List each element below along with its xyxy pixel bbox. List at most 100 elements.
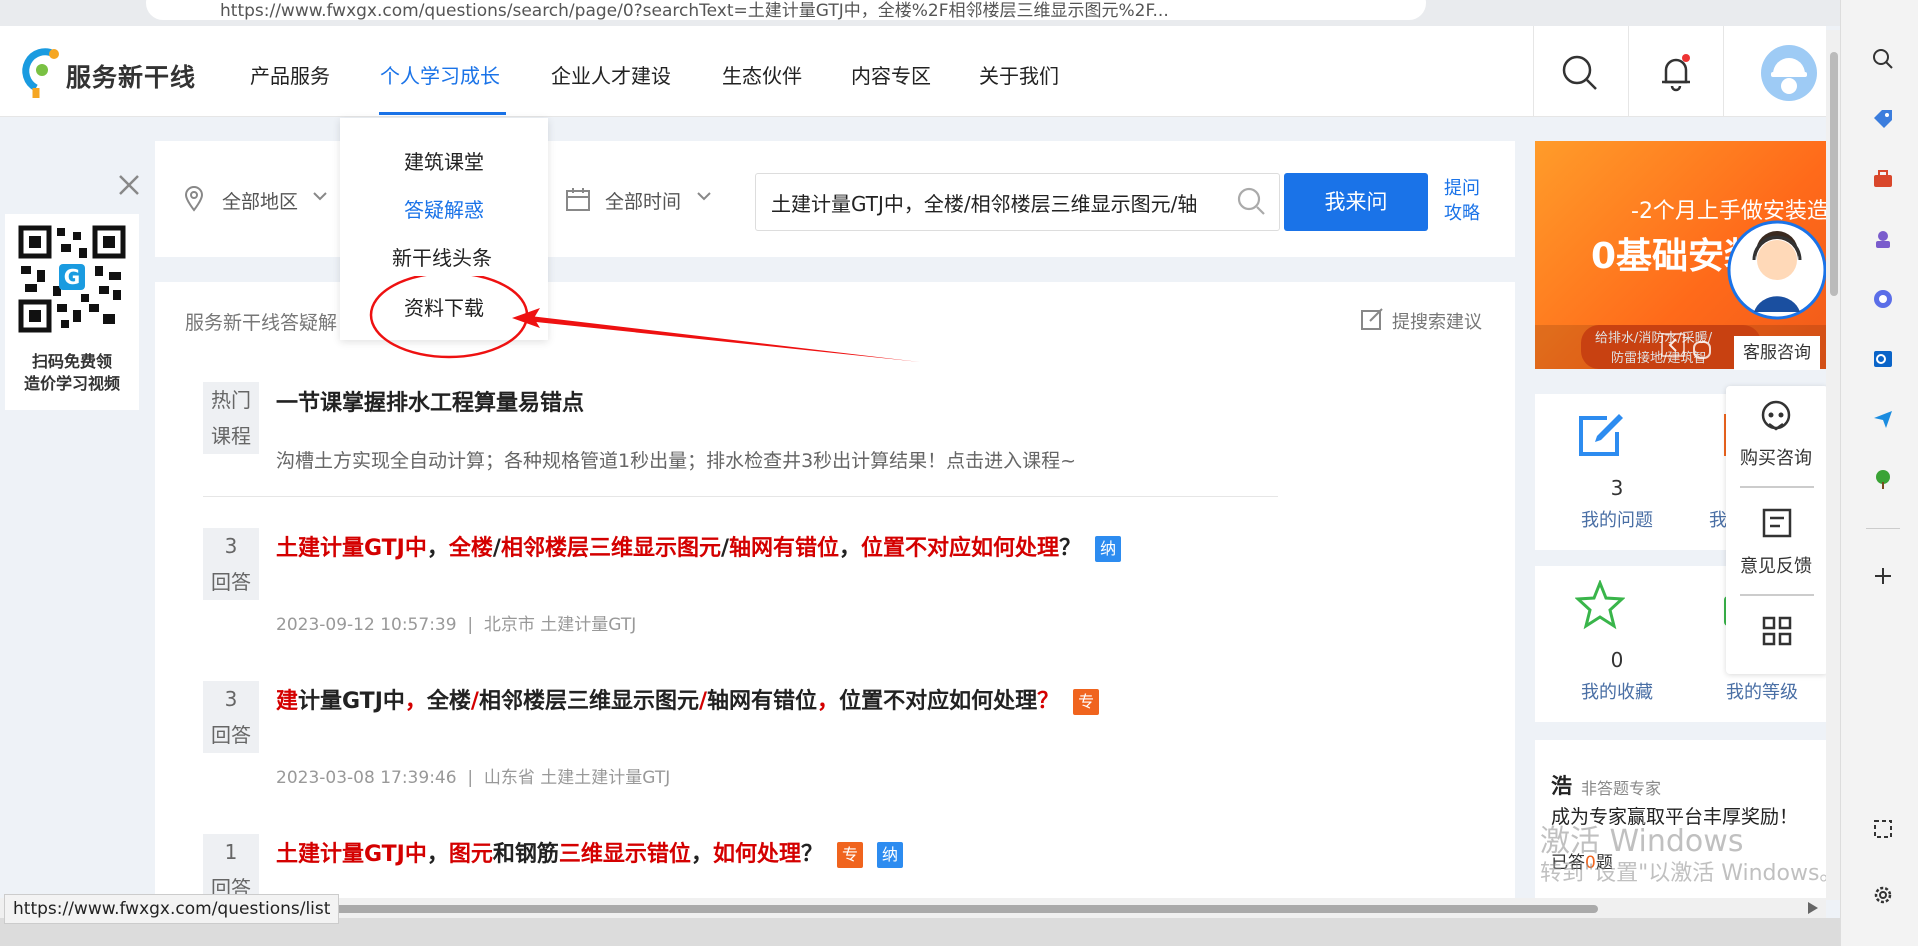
outlook-icon[interactable] [1872, 348, 1894, 370]
avatar[interactable] [1760, 44, 1818, 102]
svg-text:G: G [64, 265, 80, 289]
dropdown-item-qa[interactable]: 答疑解惑 [404, 194, 484, 223]
edit-icon[interactable] [1360, 307, 1384, 331]
status-bar-url: https://www.fwxgx.com/questions/list [4, 894, 340, 924]
hot-tag-line2: 课程 [211, 424, 251, 448]
question-title-part: 计量GTJ中 [298, 689, 405, 714]
question-title-part: ？ [1059, 536, 1082, 561]
nav-eco-partner[interactable]: 生态伙伴 [722, 60, 802, 89]
question-title[interactable]: 土建计量GTJ中，图元和钢筋三维显示错位，如何处理？专纳 [276, 836, 903, 868]
divider [1866, 528, 1900, 529]
nav-personal-growth[interactable]: 个人学习成长 [380, 60, 500, 89]
buy-consult-button[interactable]: 购买咨询 [1740, 444, 1812, 470]
qr-caption-line2: 造价学习视频 [23, 374, 120, 393]
tag-icon[interactable] [1872, 108, 1894, 130]
question-title-part: 全楼 [426, 689, 471, 714]
question-title-part: 全楼 [448, 536, 493, 561]
stat-my-favorites[interactable]: 0 我的收藏 [1535, 566, 1699, 722]
logo-text[interactable]: 服务新干线 [66, 58, 196, 94]
ask-tips-link[interactable]: 提问攻略 [1444, 176, 1484, 226]
ask-button[interactable]: 我来问 [1284, 173, 1428, 231]
divider [203, 496, 1278, 497]
close-icon[interactable] [118, 174, 140, 196]
qr-code-icon[interactable] [1762, 616, 1792, 646]
answer-count: 1 [224, 840, 238, 864]
question-title-part: ， [426, 536, 449, 561]
location-icon [183, 186, 205, 212]
time-select[interactable]: 全部时间 [605, 187, 681, 214]
feedback-icon[interactable] [1762, 508, 1792, 538]
stat-my-questions[interactable]: 3 我的问题 [1535, 394, 1699, 550]
region-select[interactable]: 全部地区 [222, 187, 298, 214]
logo-icon[interactable] [16, 44, 62, 100]
feedback-button[interactable]: 意见反馈 [1740, 552, 1812, 578]
hot-course-title[interactable]: 一节课掌握排水工程算量易错点 [276, 385, 584, 417]
tree-icon[interactable] [1872, 468, 1894, 490]
windows-activation-subtitle: 转到"设置"以激活 Windows。 [1540, 861, 1842, 886]
accepted-badge: 纳 [876, 842, 903, 868]
bell-icon[interactable] [1656, 52, 1696, 92]
nav-enterprise-talent[interactable]: 企业人才建设 [551, 60, 671, 89]
gear-icon[interactable] [1872, 884, 1894, 906]
question-title-part: 建 [276, 689, 299, 714]
scroll-right-icon[interactable] [1806, 900, 1820, 916]
headset-icon[interactable] [1759, 398, 1793, 432]
question-title-part: 相邻楼层三维显示图元 [500, 536, 721, 561]
customer-service-avatar[interactable] [1726, 220, 1828, 320]
question-title-part: 土建计量GTJ中 [276, 842, 427, 867]
search-icon[interactable] [1872, 48, 1894, 70]
annotation-ellipse-arrow [360, 276, 1060, 386]
question-title-part: / [698, 689, 708, 714]
question-title-part: 图元 [448, 842, 493, 867]
nav-content-zone[interactable]: 内容专区 [851, 60, 931, 89]
question-title[interactable]: 建计量GTJ中，全楼/相邻楼层三维显示图元/轴网有错位，位置不对应如何处理？专 [276, 683, 1100, 715]
question-region: 山东省 土建土建计量GTJ [483, 768, 671, 788]
carousel-dot[interactable] [1693, 341, 1711, 359]
copilot-icon[interactable] [1872, 288, 1894, 310]
toolbox-icon[interactable] [1872, 168, 1894, 190]
question-title[interactable]: 土建计量GTJ中，全楼/相邻楼层三维显示图元/轴网有错位，位置不对应如何处理？纳 [276, 530, 1122, 562]
chevron-down-icon[interactable] [696, 190, 712, 202]
search-icon[interactable] [1561, 54, 1599, 92]
nav-about-us[interactable]: 关于我们 [979, 60, 1059, 89]
vertical-scrollbar-thumb[interactable] [1830, 52, 1838, 296]
dropdown-item-headlines[interactable]: 新干线头条 [392, 242, 492, 271]
search-icon[interactable] [1236, 186, 1266, 216]
question-title-part: 轴网有错位 [729, 536, 840, 561]
hot-course-desc[interactable]: 沟槽土方实现全自动计算；各种规格管道1秒出量；排水检查井3秒出计算结果！点击进入… [276, 446, 1076, 473]
plus-icon[interactable] [1872, 565, 1894, 587]
calendar-icon [565, 186, 591, 212]
qr-caption-line1: 扫码免费领 [31, 352, 112, 371]
nav-product-service[interactable]: 产品服务 [250, 60, 330, 89]
screenshot-icon[interactable] [1872, 818, 1894, 840]
stat-label: 我的等级 [1726, 682, 1798, 703]
suggest-link[interactable]: 提搜索建议 [1392, 308, 1482, 334]
question-title-part: / [492, 536, 501, 561]
question-title-part: / [470, 689, 479, 714]
send-icon[interactable] [1872, 408, 1894, 430]
dropdown-item-building-class[interactable]: 建筑课堂 [404, 146, 484, 175]
meta-separator: | [456, 615, 484, 635]
qr-code-icon[interactable]: G [17, 224, 127, 334]
address-bar-url: https://www.fwxgx.com/questions/search/p… [220, 1, 1169, 21]
question-meta: 2023-09-12 10:57:39 | 北京市 土建计量GTJ [276, 610, 636, 635]
hot-tag-line1: 热门 [211, 388, 251, 412]
question-title-part: ？ [800, 842, 823, 867]
search-input[interactable]: 土建计量GTJ中，全楼/相邻楼层三维显示图元/轴 [755, 173, 1280, 231]
stat-value: 3 [1610, 476, 1624, 500]
question-title-part: ， [839, 536, 862, 561]
horizontal-scrollbar-thumb[interactable] [318, 905, 1598, 913]
customer-service-label[interactable]: 客服咨询 [1734, 336, 1820, 370]
question-title-part: 如何处理 [712, 842, 801, 867]
expert-badge: 专 [1073, 689, 1100, 715]
chevron-down-icon[interactable] [312, 190, 328, 202]
question-title-part: 轴网有错位 [707, 689, 818, 714]
chevron-left-icon[interactable] [1661, 333, 1685, 357]
question-title-part: 三维显示错位 [558, 842, 691, 867]
qr-panel: G 扫码免费领 造价学习视频 [5, 214, 139, 410]
games-icon[interactable] [1872, 228, 1894, 250]
divider [1740, 594, 1814, 596]
question-region: 北京市 土建计量GTJ [483, 615, 637, 635]
search-input-value: 土建计量GTJ中，全楼/相邻楼层三维显示图元/轴 [771, 192, 1198, 216]
expert-role: 非答题专家 [1581, 779, 1662, 798]
